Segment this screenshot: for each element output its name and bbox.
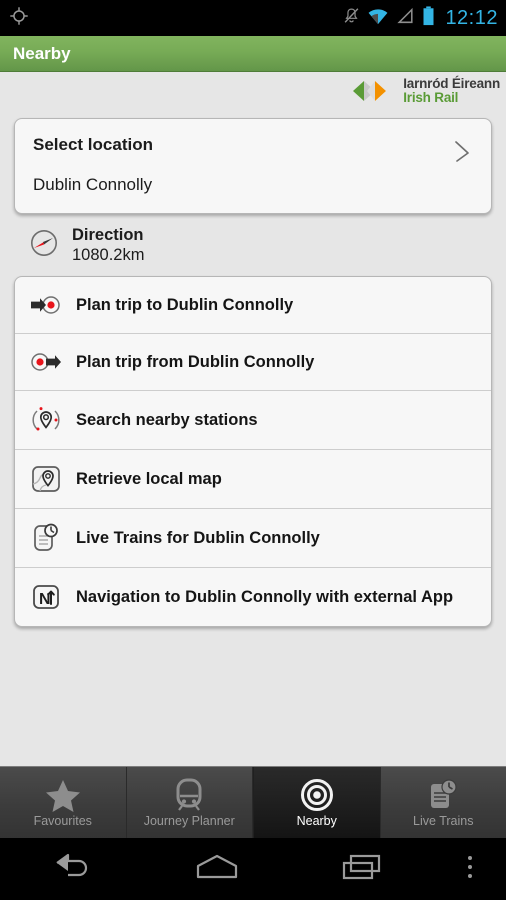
brand-strip: Iarnród Éireann Irish Rail [0, 72, 506, 109]
bottom-tab-bar: Favourites Journey Planner Nearby Live T… [0, 766, 506, 838]
tab-live-trains[interactable]: Live Trains [381, 767, 506, 838]
selected-location-value: Dublin Connolly [33, 175, 153, 194]
direction-row: Direction 1080.2km [14, 214, 492, 274]
search-nearby-icon [29, 404, 63, 436]
overflow-menu-icon [463, 852, 477, 887]
back-icon [49, 852, 95, 887]
action-retrieve-local-map[interactable]: Retrieve local map [15, 450, 491, 510]
tab-nearby[interactable]: Nearby [253, 767, 381, 838]
action-label: Retrieve local map [76, 469, 222, 488]
action-label: Plan trip from Dublin Connolly [76, 352, 315, 371]
main-content: Select location Dublin Connolly Directio… [0, 118, 506, 628]
star-icon [45, 778, 81, 812]
home-button[interactable] [145, 852, 290, 887]
app-action-bar: Nearby [0, 36, 506, 72]
direction-texts: Direction 1080.2km [72, 225, 144, 265]
target-icon [300, 778, 334, 812]
status-bar-right: 12:12 [343, 5, 498, 31]
signal-triangle-icon [396, 7, 415, 30]
logo-text-irish: Iarnród Éireann [403, 75, 500, 91]
tab-label: Favourites [33, 813, 92, 828]
battery-icon [422, 5, 435, 31]
page-title: Nearby [13, 43, 71, 63]
phone-screen: 12:12 Nearby Iarnród Éireann Irish Rail [0, 0, 506, 900]
plan-trip-to-icon [29, 292, 63, 318]
direction-label: Direction [72, 226, 144, 244]
tab-journey-planner[interactable]: Journey Planner [127, 767, 253, 838]
tab-label: Live Trains [413, 813, 474, 828]
action-plan-trip-to[interactable]: Plan trip to Dublin Connolly [15, 277, 491, 335]
tab-label: Journey Planner [143, 813, 235, 828]
tab-favourites[interactable]: Favourites [0, 767, 127, 838]
action-search-nearby[interactable]: Search nearby stations [15, 391, 491, 451]
home-icon [191, 852, 243, 887]
plan-trip-from-icon [29, 349, 63, 375]
compass-icon [28, 227, 60, 264]
train-icon [173, 778, 205, 812]
live-trains-icon [426, 778, 460, 812]
navigation-n-icon: N [29, 581, 63, 613]
action-live-trains[interactable]: Live Trains for Dublin Connolly [15, 509, 491, 569]
status-bar: 12:12 [0, 0, 506, 36]
action-label: Search nearby stations [76, 410, 258, 429]
recents-icon [338, 852, 386, 887]
bell-muted-icon [343, 6, 360, 30]
logo-text-english: Irish Rail [403, 89, 459, 105]
tab-label: Nearby [296, 813, 337, 828]
select-location-card[interactable]: Select location Dublin Connolly [14, 118, 492, 214]
android-nav-bar [0, 838, 506, 900]
live-trains-icon [29, 522, 63, 554]
actions-list: Plan trip to Dublin Connolly Plan trip f… [14, 276, 492, 628]
gps-crosshair-icon [8, 5, 30, 32]
status-bar-left [8, 5, 30, 32]
action-label: Plan trip to Dublin Connolly [76, 295, 294, 314]
action-navigation-external[interactable]: N Navigation to Dublin Connolly with ext… [15, 568, 491, 626]
irish-rail-logo: Iarnród Éireann Irish Rail [351, 75, 500, 105]
logo-text: Iarnród Éireann Irish Rail [403, 75, 500, 105]
wifi-icon [367, 7, 389, 30]
direction-value: 1080.2km [72, 246, 145, 265]
status-bar-clock: 12:12 [445, 6, 498, 29]
logo-arrows-icon [351, 79, 397, 103]
action-label: Live Trains for Dublin Connolly [76, 528, 320, 547]
recents-button[interactable] [289, 852, 434, 887]
map-pin-icon [29, 463, 63, 495]
action-label: Navigation to Dublin Connolly with exter… [76, 587, 454, 606]
select-location-title: Select location [33, 135, 153, 154]
back-button[interactable] [0, 852, 145, 887]
action-plan-trip-from[interactable]: Plan trip from Dublin Connolly [15, 334, 491, 392]
chevron-right-icon[interactable] [449, 135, 475, 170]
overflow-menu-button[interactable] [434, 852, 506, 887]
